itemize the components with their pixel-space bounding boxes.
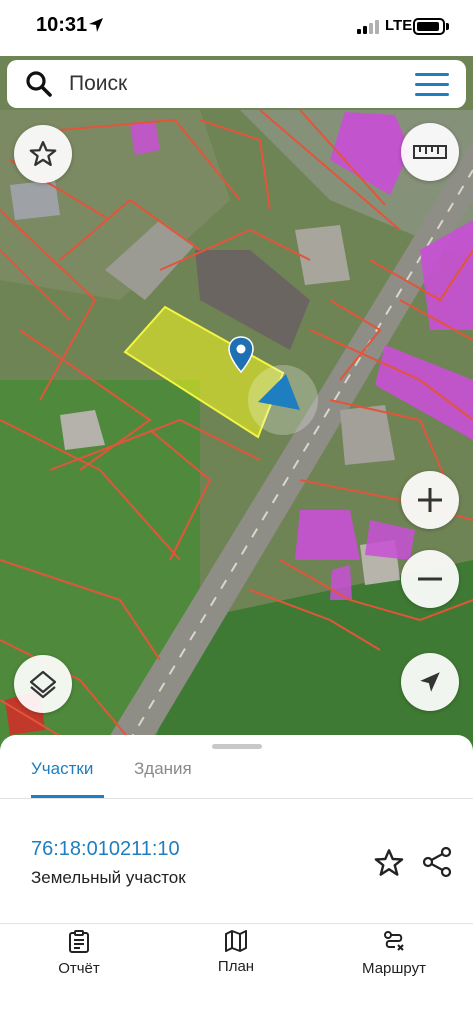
zoom-in-button[interactable] bbox=[401, 471, 459, 529]
layers-icon bbox=[29, 670, 57, 699]
tabs-divider bbox=[0, 798, 473, 799]
favorites-button[interactable] bbox=[14, 125, 72, 183]
menu-icon[interactable] bbox=[415, 73, 449, 97]
satellite-map[interactable] bbox=[0, 0, 473, 760]
nav-report-label: Отчёт bbox=[58, 960, 100, 977]
star-icon bbox=[29, 141, 57, 167]
zoom-out-button[interactable] bbox=[401, 550, 459, 608]
sheet-handle[interactable] bbox=[212, 744, 262, 749]
user-location-arrow-icon bbox=[258, 374, 300, 410]
nav-plan[interactable]: План bbox=[181, 930, 291, 990]
parcel-cadastral-number[interactable]: 76:18:010211:10 bbox=[31, 838, 180, 861]
nav-divider bbox=[0, 923, 473, 924]
tab-parcels[interactable]: Участки bbox=[31, 759, 93, 779]
signal-strength-icon bbox=[357, 20, 379, 34]
battery-cap bbox=[446, 23, 449, 30]
search-input[interactable]: Поиск bbox=[69, 72, 127, 96]
map-plan-icon bbox=[225, 930, 247, 952]
parcel-type: Земельный участок bbox=[31, 868, 186, 887]
tab-buildings[interactable]: Здания bbox=[134, 759, 192, 779]
search-bar[interactable]: Поиск bbox=[7, 60, 466, 108]
minus-icon bbox=[418, 577, 442, 581]
share-icon[interactable] bbox=[421, 846, 453, 878]
route-icon bbox=[384, 931, 404, 951]
status-time: 10:31 bbox=[36, 14, 88, 36]
network-type: LTE bbox=[385, 17, 413, 34]
navigation-arrow-icon bbox=[420, 672, 440, 692]
parcel-bottom-sheet[interactable]: Участки Здания 76:18:010211:10 Земельный… bbox=[0, 735, 473, 1024]
favorite-star-icon[interactable] bbox=[373, 847, 405, 879]
battery-icon bbox=[413, 18, 445, 35]
parcel-pin-icon[interactable] bbox=[227, 335, 255, 375]
my-location-button[interactable] bbox=[401, 653, 459, 711]
nav-route-label: Маршрут bbox=[362, 960, 426, 977]
ruler-button[interactable] bbox=[401, 123, 459, 181]
search-icon bbox=[26, 71, 52, 97]
ruler-icon bbox=[413, 145, 447, 159]
layers-button[interactable] bbox=[14, 655, 72, 713]
nav-route[interactable]: Маршрут bbox=[339, 930, 449, 990]
nav-plan-label: План bbox=[217, 958, 255, 975]
plus-icon bbox=[418, 488, 442, 512]
report-icon bbox=[69, 930, 89, 953]
nav-report[interactable]: Отчёт bbox=[24, 930, 134, 990]
location-services-icon bbox=[89, 18, 103, 32]
status-bar: 10:31 LTE bbox=[0, 0, 473, 56]
